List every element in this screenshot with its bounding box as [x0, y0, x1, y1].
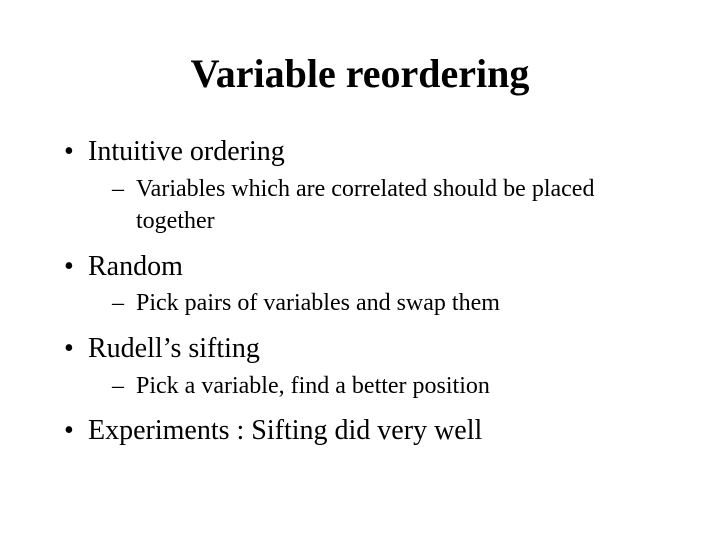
sub-item: Pick a variable, find a better position: [88, 370, 660, 402]
sub-list: Variables which are correlated should be…: [88, 173, 660, 238]
bullet-item: Intuitive ordering Variables which are c…: [60, 133, 660, 238]
bullet-label: Experiments : Sifting did very well: [88, 415, 482, 446]
bullet-item: Rudell’s sifting Pick a variable, find a…: [60, 330, 660, 402]
sub-list: Pick pairs of variables and swap them: [88, 287, 660, 319]
bullet-item: Random Pick pairs of variables and swap …: [60, 248, 660, 320]
sub-item: Pick pairs of variables and swap them: [88, 287, 660, 319]
bullet-list: Intuitive ordering Variables which are c…: [60, 133, 660, 450]
slide: Variable reordering Intuitive ordering V…: [0, 0, 720, 540]
sub-item: Variables which are correlated should be…: [88, 173, 660, 238]
sub-label: Pick a variable, find a better position: [136, 373, 490, 399]
bullet-label: Rudell’s sifting: [88, 333, 260, 364]
bullet-item: Experiments : Sifting did very well: [60, 412, 660, 450]
bullet-label: Intuitive ordering: [88, 136, 285, 167]
sub-label: Pick pairs of variables and swap them: [136, 290, 500, 316]
sub-label: Variables which are correlated should be…: [136, 176, 594, 234]
slide-title: Variable reordering: [60, 50, 660, 97]
sub-list: Pick a variable, find a better position: [88, 370, 660, 402]
bullet-label: Random: [88, 251, 183, 282]
